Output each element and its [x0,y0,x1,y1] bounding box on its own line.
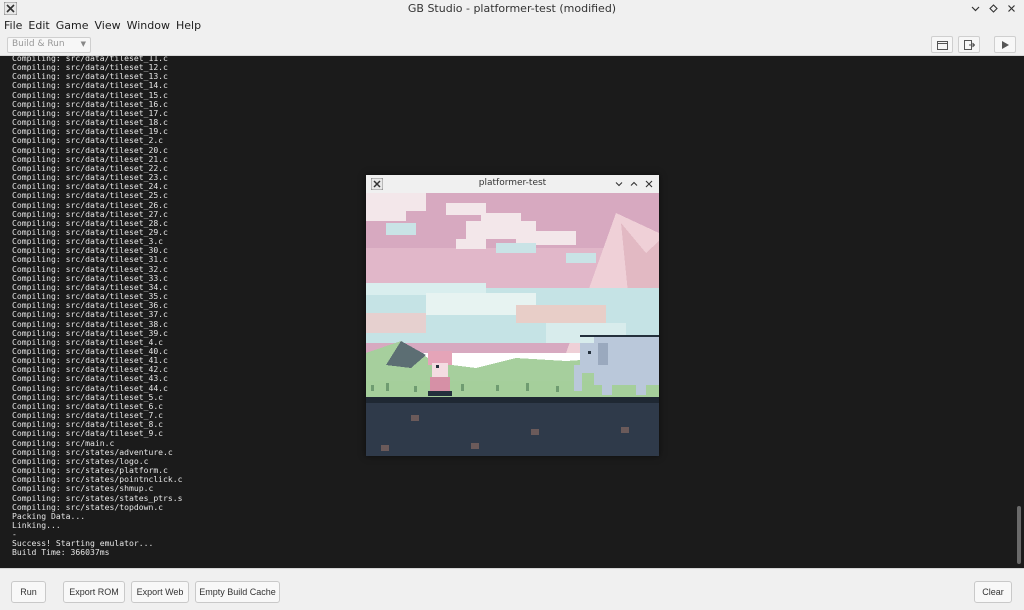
run-button[interactable]: Run [11,581,46,603]
build-run-select[interactable]: Build & Run ▼ [7,37,91,53]
window-title: GB Studio - platformer-test (modified) [407,2,617,15]
export-icon [963,39,975,50]
diamond-restore-icon[interactable] [986,1,1000,15]
caret-down-icon: ▼ [80,40,86,48]
export-rom-button[interactable]: Export ROM [63,581,125,603]
build-run-select-value: Build & Run [12,39,65,49]
emulator-titlebar[interactable]: platformer-test [366,175,659,193]
folder-icon [936,40,948,50]
footer-bar: Run Export ROM Export Web Empty Build Ca… [0,568,1024,610]
console-scroll-thumb[interactable] [1017,506,1021,564]
clear-button[interactable]: Clear [974,581,1012,603]
export-web-button[interactable]: Export Web [131,581,189,603]
window-titlebar: GB Studio - platformer-test (modified) [0,0,1024,17]
play-button[interactable] [994,36,1016,53]
open-folder-button[interactable] [931,36,953,53]
emulator-controls [613,177,655,190]
close-icon[interactable] [1004,1,1018,15]
console-scrollbar[interactable] [1017,56,1021,568]
toolbar: Build & Run ▼ [0,34,1024,56]
play-icon [1002,40,1009,49]
build-log: Compiling: src/data/tileset_11.c Compilin… [12,56,183,558]
empty-build-cache-button[interactable]: Empty Build Cache [195,581,280,603]
menu-game[interactable]: Game [56,19,93,32]
menu-file[interactable]: File [4,19,26,32]
game-screen[interactable] [366,193,659,456]
log-line: Linking... [12,519,61,530]
chevron-down-icon[interactable] [968,1,982,15]
chevron-up-icon[interactable] [628,177,640,190]
emulator-window[interactable]: platformer-test [366,175,659,456]
window-controls [968,1,1018,15]
close-icon[interactable] [643,177,655,190]
chevron-down-icon[interactable] [613,177,625,190]
menu-bar: File Edit Game View Window Help [0,17,1024,34]
menu-view[interactable]: View [94,19,124,32]
log-line: Build Time: 366037ms [12,547,110,558]
export-button[interactable] [958,36,980,53]
menu-window[interactable]: Window [127,19,174,32]
mid-clouds [366,283,659,343]
ground-fill [366,403,659,456]
menu-help[interactable]: Help [176,19,205,32]
menu-edit[interactable]: Edit [28,19,53,32]
ground-edge [366,397,659,403]
